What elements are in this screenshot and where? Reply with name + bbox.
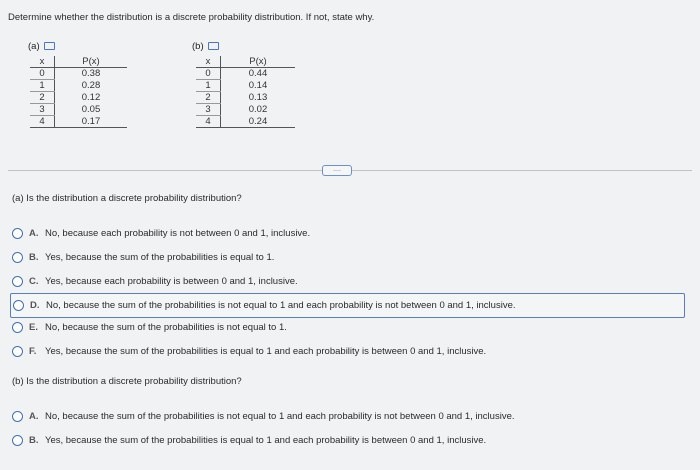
copy-icon[interactable] <box>207 42 219 51</box>
part-b-prompt: (b) Is the distribution a discrete proba… <box>12 376 242 387</box>
option-text: No, because the sum of the probabilities… <box>46 300 516 311</box>
table-cell: 0.44 <box>248 68 268 80</box>
option-text: Yes, because the sum of the probabilitie… <box>45 345 487 357</box>
table-a-label-text: (a) <box>28 41 40 52</box>
option-text: No, because each probability is not betw… <box>45 227 311 239</box>
more-button[interactable]: .... <box>322 165 352 176</box>
copy-icon[interactable] <box>43 42 55 51</box>
table-cell: 3 <box>30 103 55 116</box>
option-text: Yes, because the sum of the probabilitie… <box>45 251 275 263</box>
table-cell: 0.38 <box>81 68 101 80</box>
table-header-px: P(x) <box>220 56 295 68</box>
option-letter: A. <box>29 410 39 422</box>
table-b-label: (b) <box>192 41 219 52</box>
radio-button[interactable] <box>12 275 23 287</box>
table-b-label-text: (b) <box>192 41 204 52</box>
option-text: No, because the sum of the probabilities… <box>45 410 515 422</box>
table-cell: 0.02 <box>248 104 268 115</box>
option-text: Yes, because the sum of the probabilitie… <box>45 434 487 446</box>
option-letter: A. <box>29 227 39 239</box>
table-header-px: P(x) <box>54 56 127 68</box>
part-a-prompt: (a) Is the distribution a discrete proba… <box>12 193 242 204</box>
table-cell: 0.14 <box>248 80 268 91</box>
table-cell: 0.28 <box>81 80 101 91</box>
table-cell: 3 <box>196 103 221 116</box>
table-cell: 0 <box>30 67 55 80</box>
option-letter: F. <box>29 345 37 357</box>
option-letter: D. <box>30 300 40 311</box>
table-cell: 4 <box>196 115 221 128</box>
radio-button[interactable] <box>12 434 23 446</box>
option-letter: B. <box>29 251 39 263</box>
table-cell: 0.12 <box>81 92 101 103</box>
table-cell: 0.13 <box>248 92 268 103</box>
radio-button[interactable] <box>12 321 23 333</box>
radio-button[interactable] <box>13 300 24 311</box>
table-cell: 0 <box>196 67 221 80</box>
option-text: No, because the sum of the probabilities… <box>45 321 287 333</box>
table-cell: 1 <box>196 79 221 92</box>
option-a-B[interactable]: B. Yes, because the sum of the probabili… <box>12 250 274 264</box>
radio-button[interactable] <box>12 410 23 422</box>
table-header-x: x <box>196 56 221 68</box>
table-cell: 2 <box>30 91 55 104</box>
option-letter: B. <box>29 434 39 446</box>
question-text: Determine whether the distribution is a … <box>8 12 375 23</box>
table-b: x P(x) 0 0.44 1 0.14 2 0.13 3 0.02 4 0.24 <box>196 56 295 128</box>
option-a-C[interactable]: C. Yes, because each probability is betw… <box>12 274 298 288</box>
table-cell: 2 <box>196 91 221 104</box>
option-b-A[interactable]: A. No, because the sum of the probabilit… <box>12 409 515 423</box>
radio-button[interactable] <box>12 251 23 263</box>
table-cell: 0.05 <box>81 104 101 115</box>
option-text: Yes, because each probability is between… <box>45 275 298 287</box>
table-cell: 4 <box>30 115 55 128</box>
table-header-x: x <box>30 56 55 68</box>
option-a-F[interactable]: F. Yes, because the sum of the probabili… <box>12 344 486 358</box>
table-a-label: (a) <box>28 41 55 52</box>
option-a-D[interactable]: D. No, because the sum of the probabilit… <box>10 293 685 318</box>
table-cell: 1 <box>30 79 55 92</box>
option-letter: C. <box>29 275 39 287</box>
table-cell: 0.17 <box>54 115 127 128</box>
table-cell: 0.24 <box>220 115 295 128</box>
option-a-E[interactable]: E. No, because the sum of the probabilit… <box>12 320 287 334</box>
option-letter: E. <box>29 321 38 333</box>
option-b-B[interactable]: B. Yes, because the sum of the probabili… <box>12 433 486 447</box>
option-a-A[interactable]: A. No, because each probability is not b… <box>12 226 310 240</box>
table-a: x P(x) 0 0.38 1 0.28 2 0.12 3 0.05 4 0.17 <box>30 56 127 128</box>
radio-button[interactable] <box>12 227 23 239</box>
radio-button[interactable] <box>12 345 23 357</box>
